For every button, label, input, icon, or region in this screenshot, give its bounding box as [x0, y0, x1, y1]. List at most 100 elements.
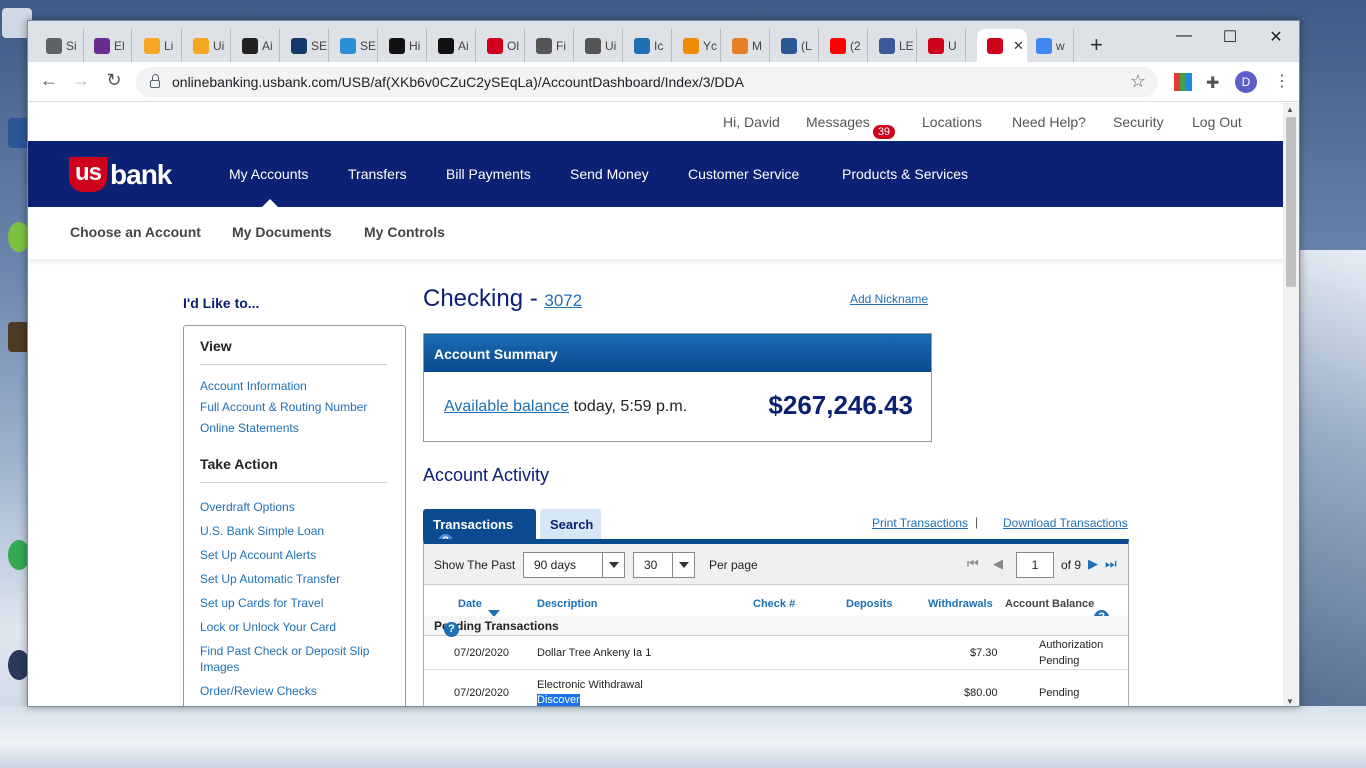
print-transactions-link[interactable]: Print Transactions: [872, 516, 968, 530]
col-account-balance: Account Balance ?: [1005, 598, 1110, 625]
browser-tab[interactable]: El: [84, 29, 132, 62]
col-withdrawals[interactable]: Withdrawals: [928, 598, 993, 610]
sidebar-link-routing-number[interactable]: Full Account & Routing Number: [200, 399, 390, 415]
profile-avatar[interactable]: D: [1235, 71, 1257, 93]
sidebar-link-overdraft[interactable]: Overdraft Options: [200, 499, 390, 515]
browser-tab[interactable]: w: [1026, 29, 1074, 62]
browser-tab[interactable]: SE: [330, 29, 378, 62]
new-tab-button[interactable]: +: [1090, 32, 1103, 58]
sidebar-link-simple-loan[interactable]: U.S. Bank Simple Loan: [200, 523, 390, 539]
browser-tab[interactable]: Ic: [624, 29, 672, 62]
table-row[interactable]: 07/20/2020 Dollar Tree Ankeny Ia 1 $7.30…: [424, 637, 1128, 670]
aol-icon: [438, 37, 454, 54]
close-window-button[interactable]: ✕: [1266, 27, 1286, 47]
page-scrollbar[interactable]: ▲ ▼: [1283, 103, 1299, 706]
browser-tab[interactable]: Li: [134, 29, 182, 62]
sidebar-link-cards-travel[interactable]: Set up Cards for Travel: [200, 595, 390, 611]
subnav-choose-account[interactable]: Choose an Account: [70, 224, 201, 240]
last-page-icon[interactable]: ⏭: [1105, 556, 1117, 572]
sidebar-link-online-statements[interactable]: Online Statements: [200, 420, 390, 436]
nav-send-money[interactable]: Send Money: [570, 166, 649, 182]
scrollbar-thumb[interactable]: [1286, 117, 1296, 287]
available-balance-link[interactable]: Available balance: [444, 398, 569, 415]
youtube-icon: [830, 37, 846, 54]
col-deposits[interactable]: Deposits: [846, 598, 892, 610]
browser-tab-title: Yc: [703, 38, 718, 53]
subnav-my-documents[interactable]: My Documents: [232, 224, 332, 240]
prev-page-icon[interactable]: ◀: [993, 556, 1003, 572]
per-page-select[interactable]: 30: [633, 552, 695, 578]
table-row[interactable]: 07/20/2020 Electronic Withdrawal Discove…: [424, 671, 1128, 706]
account-number-link[interactable]: 3072: [544, 291, 582, 310]
browser-tab[interactable]: LE: [869, 29, 917, 62]
browser-tab-title: Ai: [458, 38, 469, 53]
sidebar-link-account-information[interactable]: Account Information: [200, 378, 390, 394]
security-link[interactable]: Security: [1113, 114, 1164, 130]
minimize-button[interactable]: —: [1174, 27, 1194, 45]
messages-link[interactable]: Messages 39: [806, 114, 896, 139]
browser-tab[interactable]: (L: [771, 29, 819, 62]
browser-tab[interactable]: Ui: [575, 29, 623, 62]
nav-products-services[interactable]: Products & Services: [842, 166, 968, 182]
browser-tab[interactable]: Ai: [232, 29, 280, 62]
scroll-down-icon[interactable]: ▼: [1286, 697, 1294, 706]
browser-tab-title: Li: [164, 38, 174, 53]
subnav-my-controls[interactable]: My Controls: [364, 224, 445, 240]
wikipedia-icon: [585, 37, 601, 54]
row-date: 07/20/2020: [454, 687, 510, 699]
google-icon: [1036, 37, 1052, 54]
color-extension-icon[interactable]: [1174, 73, 1192, 91]
browser-tab[interactable]: Ui: [183, 29, 231, 62]
usbank-logo[interactable]: us bank: [69, 157, 172, 192]
puzzle-extensions-icon[interactable]: ✚: [1206, 73, 1224, 92]
browser-tab[interactable]: Hi: [379, 29, 427, 62]
row-status: Pending: [1039, 687, 1080, 699]
nav-bill-payments[interactable]: Bill Payments: [446, 166, 531, 182]
browser-tab[interactable]: Ai: [428, 29, 476, 62]
reload-button[interactable]: ↻: [102, 70, 126, 91]
browser-tab[interactable]: SE: [281, 29, 329, 62]
col-description[interactable]: Description: [537, 598, 598, 610]
sidebar-link-check-images[interactable]: Find Past Check or Deposit Slip Images: [200, 643, 380, 675]
scroll-up-icon[interactable]: ▲: [1286, 105, 1294, 114]
nav-customer-service[interactable]: Customer Service: [688, 166, 799, 182]
tab-search[interactable]: Search: [540, 509, 601, 539]
nav-transfers[interactable]: Transfers: [348, 166, 407, 182]
tab-transactions[interactable]: Transactions?: [423, 509, 536, 549]
locations-link[interactable]: Locations: [922, 114, 982, 130]
need-help-link[interactable]: Need Help?: [1012, 114, 1086, 130]
page-number-input[interactable]: 1: [1016, 552, 1054, 578]
download-transactions-link[interactable]: Download Transactions: [1003, 516, 1128, 530]
browser-tab[interactable]: Fi: [526, 29, 574, 62]
browser-tab[interactable]: M: [722, 29, 770, 62]
browser-tab[interactable]: Si: [36, 29, 84, 62]
col-date[interactable]: Date: [458, 598, 500, 617]
nav-my-accounts[interactable]: My Accounts: [229, 166, 308, 182]
close-tab-icon[interactable]: ✕: [1013, 38, 1024, 54]
col-check[interactable]: Check #: [753, 598, 795, 610]
browser-tab[interactable]: Ol: [477, 29, 525, 62]
sidebar-link-order-checks[interactable]: Order/Review Checks: [200, 683, 390, 699]
back-button[interactable]: ←: [37, 70, 61, 91]
sidebar-link-account-alerts[interactable]: Set Up Account Alerts: [200, 547, 390, 563]
browser-tab[interactable]: (2: [820, 29, 868, 62]
bookmark-star-icon[interactable]: ☆: [1130, 71, 1146, 92]
browser-tab[interactable]: Yc: [673, 29, 721, 62]
browser-tab[interactable]: U: [918, 29, 966, 62]
account-summary-card: Account Summary Available balance today,…: [423, 333, 932, 442]
logout-link[interactable]: Log Out: [1192, 114, 1242, 130]
add-nickname-link[interactable]: Add Nickname: [850, 292, 928, 306]
lock-icon[interactable]: [150, 74, 160, 88]
sidebar-link-automatic-transfer[interactable]: Set Up Automatic Transfer: [200, 571, 390, 587]
address-bar[interactable]: onlinebanking.usbank.com/USB/af(XKb6v0CZ…: [136, 67, 1158, 97]
utility-nav: Hi, David Messages 39 Locations Need Hel…: [28, 103, 1284, 141]
browser-menu-icon[interactable]: ⋮: [1274, 71, 1290, 91]
period-select[interactable]: 90 days: [523, 552, 625, 578]
first-page-icon[interactable]: ⏮: [967, 556, 979, 572]
browser-tab[interactable]: ✕: [977, 29, 1027, 62]
sidebar-link-lock-card[interactable]: Lock or Unlock Your Card: [200, 619, 390, 635]
maximize-button[interactable]: ☐: [1220, 27, 1240, 47]
forward-button[interactable]: →: [69, 70, 93, 91]
help-icon[interactable]: ?: [444, 622, 459, 637]
next-page-icon[interactable]: ▶: [1088, 556, 1098, 572]
